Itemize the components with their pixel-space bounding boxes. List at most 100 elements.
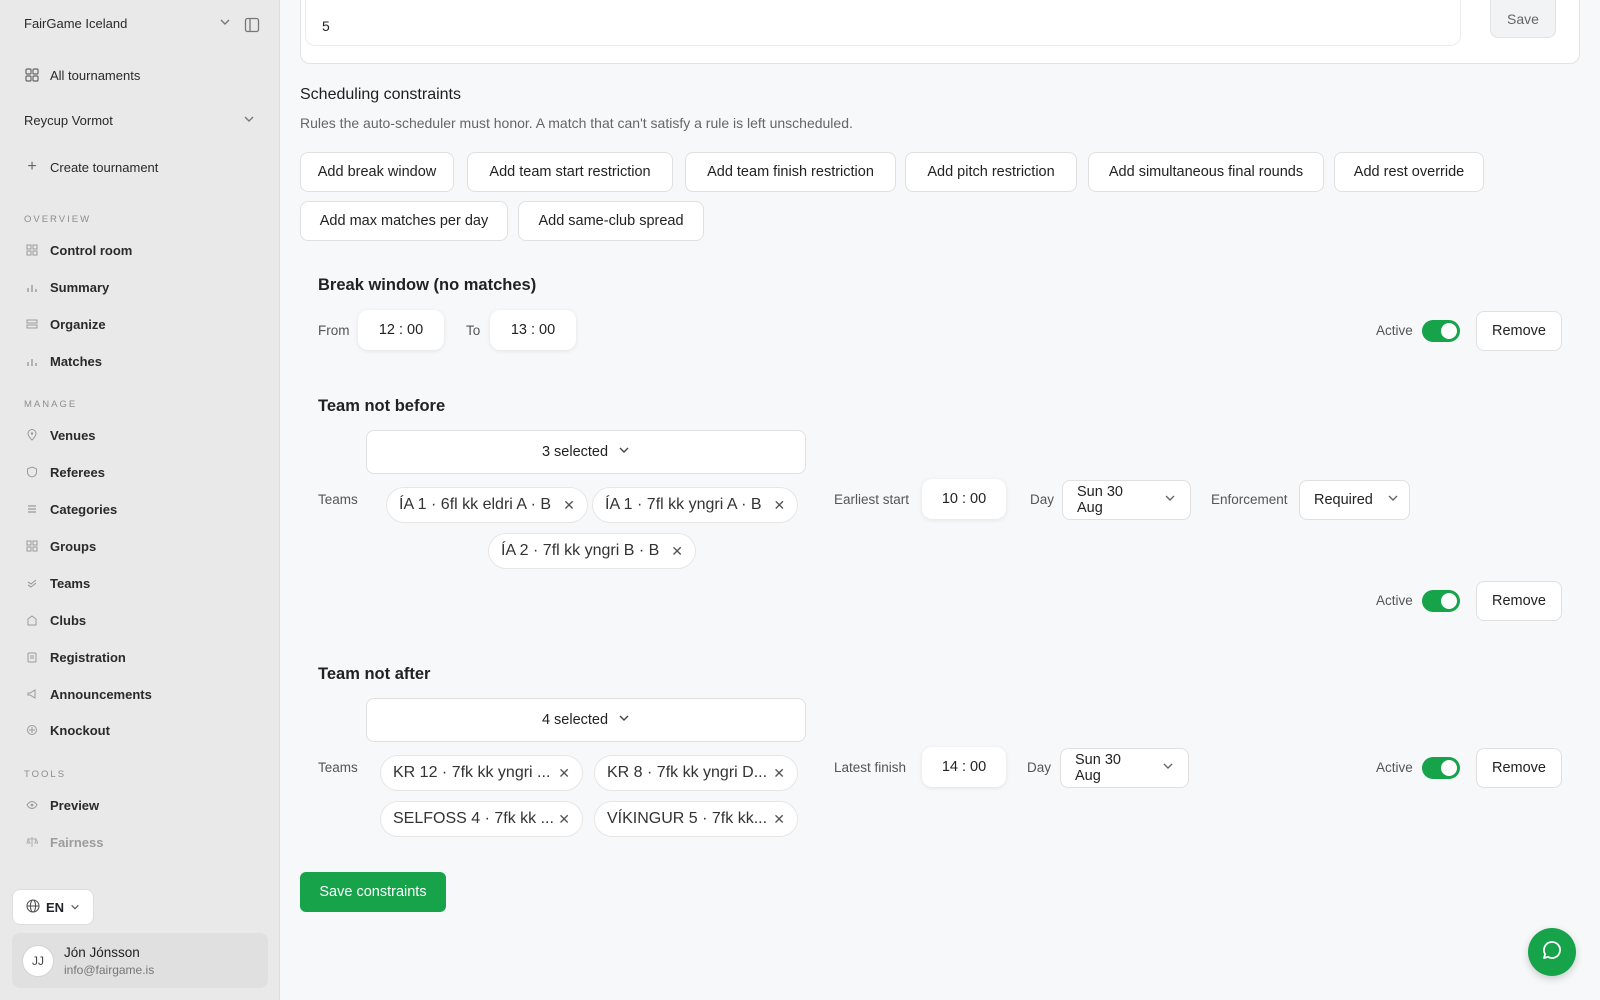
active-toggle[interactable] (1422, 757, 1460, 779)
all-tournaments-link[interactable]: All tournaments (24, 67, 255, 83)
add-max-matches-per-day-button[interactable]: Add max matches per day (300, 201, 508, 241)
tournament-switcher[interactable]: Reycup Vormot (24, 113, 255, 128)
chevron-down-icon (219, 16, 231, 31)
sidebar-item-matches[interactable]: Matches (24, 353, 102, 369)
sidebar-item-label: Matches (50, 353, 103, 369)
active-toggle[interactable] (1422, 590, 1460, 612)
avatar: JJ (22, 944, 54, 977)
teams-multiselect[interactable]: 3 selected (366, 430, 806, 474)
earliest-start-label: Earliest start (834, 492, 910, 507)
sidebar-item-groups[interactable]: Groups (24, 538, 96, 554)
to-time-input[interactable]: 13 : 00 (490, 310, 576, 350)
chat-button[interactable] (1528, 928, 1576, 976)
user-email: info@fairgame.is (64, 962, 155, 977)
active-toggle[interactable] (1422, 320, 1460, 342)
day-label: Day (1030, 492, 1055, 507)
to-label: To (466, 323, 481, 338)
active-label: Active (1376, 323, 1413, 338)
chevron-down-icon (1387, 492, 1399, 508)
sidebar-item-label: Fairness (50, 834, 104, 850)
add-same-club-spread-button[interactable]: Add same-club spread (518, 201, 704, 241)
globe-icon (26, 898, 40, 916)
day-select[interactable]: Sun 30 Aug (1060, 748, 1189, 788)
value-input[interactable]: 5 (305, 0, 1461, 46)
language-selector[interactable]: EN (12, 889, 94, 925)
scale-icon (24, 834, 40, 850)
add-pitch-restriction-button[interactable]: Add pitch restriction (905, 152, 1077, 192)
sidebar-item-label: Groups (50, 538, 97, 554)
org-switcher[interactable]: FairGame Iceland (24, 16, 255, 31)
close-icon[interactable]: ✕ (671, 543, 683, 560)
sidebar-item-venues[interactable]: Venues (24, 427, 96, 443)
remove-button[interactable]: Remove (1476, 311, 1562, 351)
sidebar-item-clubs[interactable]: Clubs (24, 612, 86, 628)
team-chip-label: ÍA 1 · 7fl kk yngri A · B (605, 496, 762, 513)
sidebar-item-teams[interactable]: Teams (24, 575, 90, 591)
day-value: Sun 30 Aug (1077, 484, 1123, 516)
sidebar-item-summary[interactable]: Summary (24, 279, 109, 295)
remove-button[interactable]: Remove (1476, 581, 1562, 621)
save-constraints-button[interactable]: Save constraints (300, 872, 446, 912)
user-card[interactable]: JJ Jón Jónsson info@fairgame.is (12, 933, 268, 988)
layers-icon (24, 316, 40, 332)
section-overview: OVERVIEW (24, 214, 92, 225)
grid-icon (24, 67, 40, 83)
active-label: Active (1376, 760, 1413, 775)
chevron-down-icon (243, 113, 255, 128)
team-chip: ÍA 1 · 6fl kk eldri A · B ✕ (386, 487, 588, 523)
close-icon[interactable]: ✕ (563, 497, 575, 514)
add-simultaneous-final-rounds-button[interactable]: Add simultaneous final rounds (1088, 152, 1324, 192)
sidebar-item-registration[interactable]: Registration (24, 649, 126, 665)
sidebar-item-referees[interactable]: Referees (24, 464, 105, 480)
chevron-down-icon (618, 444, 630, 460)
sidebar-item-announcements[interactable]: Announcements (24, 686, 152, 702)
sidebar-item-organize[interactable]: Organize (24, 316, 106, 332)
team-chip: SELFOSS 4 · 7fk kk ... ✕ (380, 801, 583, 837)
enforcement-value: Required (1314, 492, 1373, 508)
team-chip-label: KR 8 · 7fk kk yngri D... (607, 764, 768, 781)
add-rest-override-button[interactable]: Add rest override (1334, 152, 1484, 192)
close-icon[interactable]: ✕ (773, 765, 785, 782)
add-break-window-button[interactable]: Add break window (300, 152, 454, 192)
collapse-sidebar-icon[interactable] (244, 17, 260, 38)
save-button[interactable]: Save (1490, 0, 1556, 38)
sidebar-item-control-room[interactable]: Control room (24, 242, 132, 258)
sidebar-item-knockout[interactable]: Knockout (24, 722, 110, 738)
sidebar-item-fairness[interactable]: Fairness (24, 834, 103, 850)
plus-icon: + (27, 158, 37, 175)
enforcement-select[interactable]: Required (1299, 480, 1410, 520)
sidebar-item-categories[interactable]: Categories (24, 501, 117, 517)
team-chip: ÍA 2 · 7fl kk yngri B · B ✕ (488, 533, 697, 569)
section-manage: MANAGE (24, 399, 78, 410)
org-name: FairGame Iceland (24, 16, 128, 31)
create-tournament-link[interactable]: + Create tournament (24, 158, 255, 175)
break-window-title: Break window (no matches) (318, 276, 537, 294)
latest-finish-input[interactable]: 14 : 00 (922, 747, 1006, 787)
chevron-down-icon (70, 900, 80, 915)
team-not-before-title: Team not before (318, 397, 446, 415)
close-icon[interactable]: ✕ (558, 811, 570, 828)
user-name: Jón Jónsson (64, 944, 140, 960)
day-select[interactable]: Sun 30 Aug (1062, 480, 1191, 520)
close-icon[interactable]: ✕ (774, 497, 786, 514)
teams-multiselect[interactable]: 4 selected (366, 698, 806, 742)
team-chip-label: ÍA 1 · 6fl kk eldri A · B (399, 496, 552, 513)
selected-count: 4 selected (541, 712, 609, 728)
eye-icon (24, 797, 40, 813)
sidebar-item-label: Summary (50, 279, 110, 295)
team-chip: KR 12 · 7fk kk yngri ... ✕ (380, 755, 583, 791)
close-icon[interactable]: ✕ (558, 765, 570, 782)
create-tournament-label: Create tournament (50, 159, 159, 175)
from-time-input[interactable]: 12 : 00 (358, 310, 444, 350)
close-icon[interactable]: ✕ (773, 811, 785, 828)
remove-button[interactable]: Remove (1476, 748, 1562, 788)
sidebar-item-preview[interactable]: Preview (24, 797, 99, 813)
earliest-start-input[interactable]: 10 : 00 (922, 479, 1006, 519)
add-team-start-restriction-button[interactable]: Add team start restriction (467, 152, 673, 192)
day-value: Sun 30 Aug (1075, 752, 1121, 784)
clipboard-icon (24, 649, 40, 665)
add-team-finish-restriction-button[interactable]: Add team finish restriction (685, 152, 896, 192)
shield-icon (24, 464, 40, 480)
dashboard-icon (24, 242, 40, 258)
team-chip-label: KR 12 · 7fk kk yngri ... (393, 764, 551, 781)
